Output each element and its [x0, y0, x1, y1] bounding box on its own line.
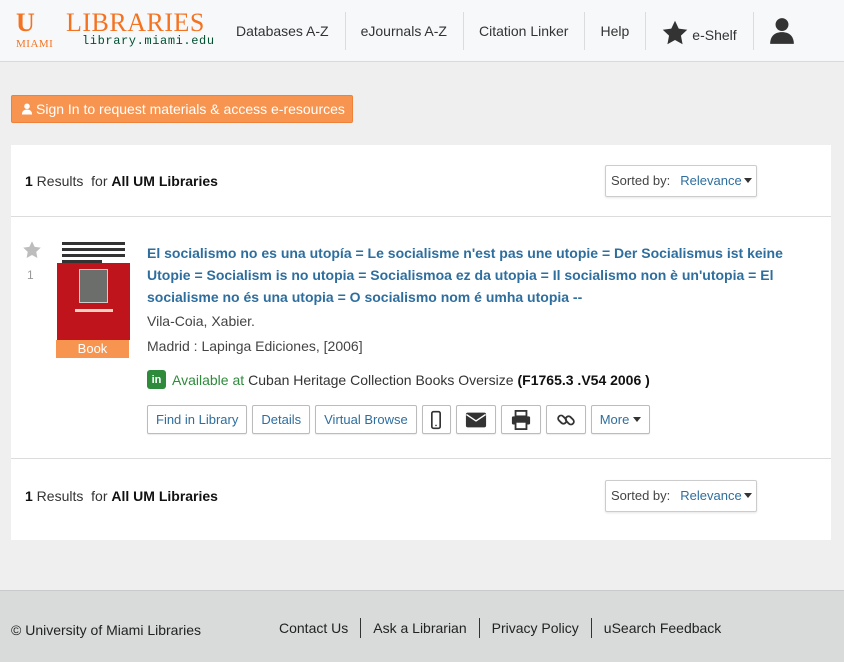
- call-number: (F1765.3 .V54 2006 ): [517, 371, 650, 388]
- link-chain-icon: [556, 414, 575, 425]
- nav-citation-linker[interactable]: Citation Linker: [462, 0, 585, 62]
- find-in-library-button[interactable]: Find in Library: [147, 405, 248, 434]
- send-to-phone-button[interactable]: [421, 405, 451, 434]
- more-actions-dropdown[interactable]: More: [590, 405, 651, 434]
- footer-links: Contact Us Ask a Librarian Privacy Polic…: [267, 618, 733, 638]
- footer-contact-us-link[interactable]: Contact Us: [267, 618, 360, 638]
- logo-miami-text: MIAMI: [16, 38, 54, 50]
- mobile-phone-icon: [431, 410, 442, 429]
- add-to-eshelf-star-icon[interactable]: [22, 240, 42, 260]
- sign-in-button[interactable]: Sign In to request materials & access e-…: [11, 95, 353, 123]
- sort-dropdown[interactable]: Sorted by: Relevance: [605, 164, 757, 197]
- print-button[interactable]: [500, 405, 541, 434]
- record-publication: Madrid : Lapinga Ediciones, [2006]: [147, 338, 363, 354]
- virtual-browse-button[interactable]: Virtual Browse: [315, 405, 417, 434]
- nav-user-account[interactable]: [752, 0, 811, 62]
- um-u-logo-mark: U: [16, 8, 35, 37]
- results-summary-bottom: 1 Results for All UM Libraries Sorted by…: [11, 458, 831, 532]
- nav-databases-az[interactable]: Databases A-Z: [220, 0, 345, 62]
- results-count: 1 Results for All UM Libraries: [25, 487, 218, 504]
- star-icon: [663, 20, 688, 45]
- nav-e-shelf[interactable]: e-Shelf: [645, 0, 752, 62]
- email-button[interactable]: [455, 405, 496, 434]
- logo-url-text: library.miami.edu: [82, 34, 215, 48]
- results-panel: 1 Results for All UM Libraries Sorted by…: [11, 145, 831, 540]
- resource-type-badge: Book: [56, 340, 129, 358]
- record-title-link[interactable]: El socialismo no es una utopía = Le soci…: [147, 242, 819, 308]
- caret-down-icon: [743, 178, 752, 183]
- um-libraries-logo[interactable]: U MIAMI LIBRARIES library.miami.edu: [10, 8, 215, 52]
- results-summary-top: 1 Results for All UM Libraries Sorted by…: [11, 145, 831, 217]
- caret-down-icon: [633, 417, 642, 422]
- nav-ejournals-az[interactable]: eJournals A-Z: [344, 0, 463, 62]
- book-cover-thumbnail[interactable]: [57, 239, 130, 340]
- record-number: 1: [27, 268, 34, 282]
- availability-location: Cuban Heritage Collection Books Oversize: [248, 371, 514, 388]
- user-icon: [769, 18, 794, 44]
- availability-line[interactable]: in Available at Cuban Heritage Collectio…: [147, 370, 650, 389]
- footer-ask-a-librarian-link[interactable]: Ask a Librarian: [360, 618, 478, 638]
- sort-dropdown[interactable]: Sorted by: Relevance: [605, 479, 757, 512]
- permalink-button[interactable]: [545, 405, 586, 434]
- top-header: U MIAMI LIBRARIES library.miami.edu Data…: [0, 0, 844, 62]
- copyright-text: © University of Miami Libraries: [11, 622, 202, 638]
- footer-usearch-feedback-link[interactable]: uSearch Feedback: [590, 618, 734, 638]
- nav-help[interactable]: Help: [584, 0, 645, 62]
- main-nav: Databases A-Z eJournals A-Z Citation Lin…: [220, 0, 811, 62]
- details-button[interactable]: Details: [252, 405, 311, 434]
- in-library-badge: in: [147, 370, 166, 389]
- envelope-icon: [465, 412, 486, 427]
- results-count: 1 Results for All UM Libraries: [25, 172, 218, 189]
- availability-status: Available at: [172, 371, 245, 388]
- printer-icon: [511, 409, 530, 430]
- user-icon: [21, 103, 33, 115]
- caret-down-icon: [743, 493, 752, 498]
- footer-privacy-policy-link[interactable]: Privacy Policy: [478, 618, 591, 638]
- record-author: Vila-Coia, Xabier.: [147, 313, 255, 329]
- page-footer: © University of Miami Libraries Contact …: [0, 590, 844, 662]
- record-actions: Find in Library Details Virtual Browse M…: [147, 405, 655, 434]
